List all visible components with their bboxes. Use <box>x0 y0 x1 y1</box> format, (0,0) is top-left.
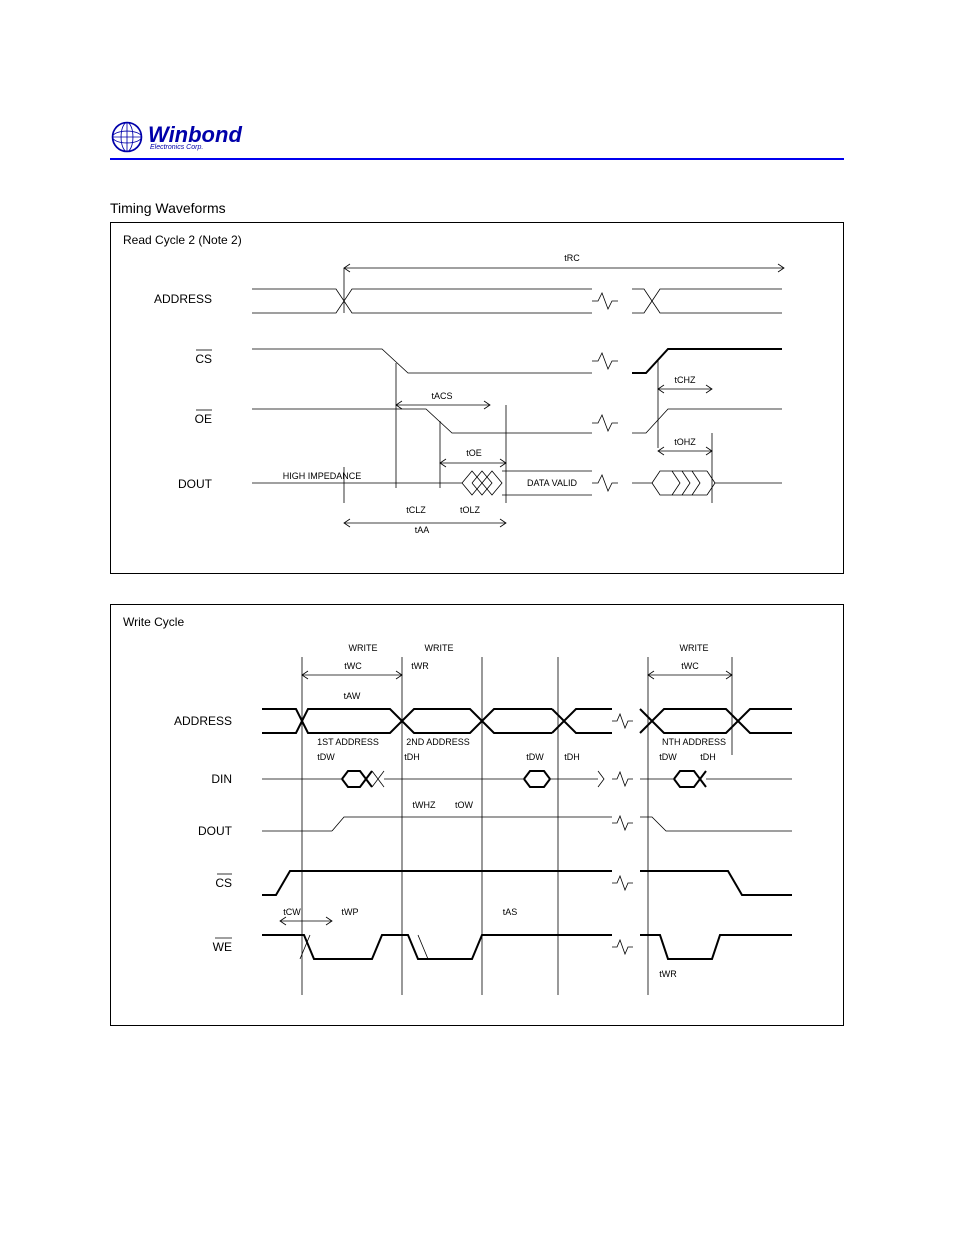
svg-text:tDW: tDW <box>659 752 677 762</box>
svg-text:tWC: tWC <box>344 661 362 671</box>
svg-text:DOUT: DOUT <box>178 477 213 491</box>
svg-text:HIGH IMPEDANCE: HIGH IMPEDANCE <box>283 471 362 481</box>
svg-text:WRITE: WRITE <box>425 643 454 653</box>
svg-text:CS: CS <box>195 352 212 366</box>
svg-text:tOHZ: tOHZ <box>674 437 696 447</box>
globe-icon <box>110 120 144 154</box>
svg-text:tAA: tAA <box>415 525 430 535</box>
svg-text:tOE: tOE <box>466 448 482 458</box>
svg-text:WE: WE <box>213 940 232 954</box>
svg-text:DOUT: DOUT <box>198 824 233 838</box>
svg-text:tOLZ: tOLZ <box>460 505 481 515</box>
write-cycle-diagram: Write Cycle WRITE WRITE WRITE tWC tAW <box>110 604 844 1026</box>
svg-text:ADDRESS: ADDRESS <box>154 292 212 306</box>
svg-text:DIN: DIN <box>211 772 232 786</box>
read-cycle-diagram: Read Cycle 2 (Note 2) tRC ADDRESS <box>110 222 844 574</box>
svg-text:tCHZ: tCHZ <box>675 375 696 385</box>
header-divider <box>110 158 844 160</box>
svg-text:CS: CS <box>215 876 232 890</box>
svg-text:tAW: tAW <box>344 691 361 701</box>
svg-text:tCLZ: tCLZ <box>406 505 426 515</box>
svg-text:1ST ADDRESS: 1ST ADDRESS <box>317 737 379 747</box>
svg-text:WRITE: WRITE <box>680 643 709 653</box>
section-title: Timing Waveforms <box>110 200 844 216</box>
svg-text:tDW: tDW <box>317 752 335 762</box>
svg-text:tDH: tDH <box>404 752 420 762</box>
svg-text:tWHZ: tWHZ <box>413 800 436 810</box>
svg-text:tOW: tOW <box>455 800 474 810</box>
svg-text:DATA VALID: DATA VALID <box>527 478 578 488</box>
svg-text:tAS: tAS <box>503 907 518 917</box>
diagram2-title: Write Cycle <box>123 615 184 629</box>
svg-text:NTH ADDRESS: NTH ADDRESS <box>662 737 726 747</box>
svg-text:tWC: tWC <box>681 661 699 671</box>
svg-text:tWR: tWR <box>411 661 429 671</box>
svg-text:WRITE: WRITE <box>349 643 378 653</box>
svg-text:2ND ADDRESS: 2ND ADDRESS <box>406 737 470 747</box>
svg-text:tDH: tDH <box>564 752 580 762</box>
svg-text:tRC: tRC <box>564 253 580 263</box>
svg-text:tDW: tDW <box>526 752 544 762</box>
svg-text:tWP: tWP <box>342 907 359 917</box>
logo: Winbond Electronics Corp. <box>110 120 844 154</box>
svg-text:tACS: tACS <box>431 391 452 401</box>
svg-text:OE: OE <box>195 412 212 426</box>
svg-text:ADDRESS: ADDRESS <box>174 714 232 728</box>
logo-text: Winbond <box>148 124 242 146</box>
svg-text:tDH: tDH <box>700 752 716 762</box>
svg-text:tCW: tCW <box>283 907 301 917</box>
header: Winbond Electronics Corp. <box>110 120 844 160</box>
diagram1-title: Read Cycle 2 (Note 2) <box>123 233 242 247</box>
svg-text:tWR: tWR <box>659 969 677 979</box>
